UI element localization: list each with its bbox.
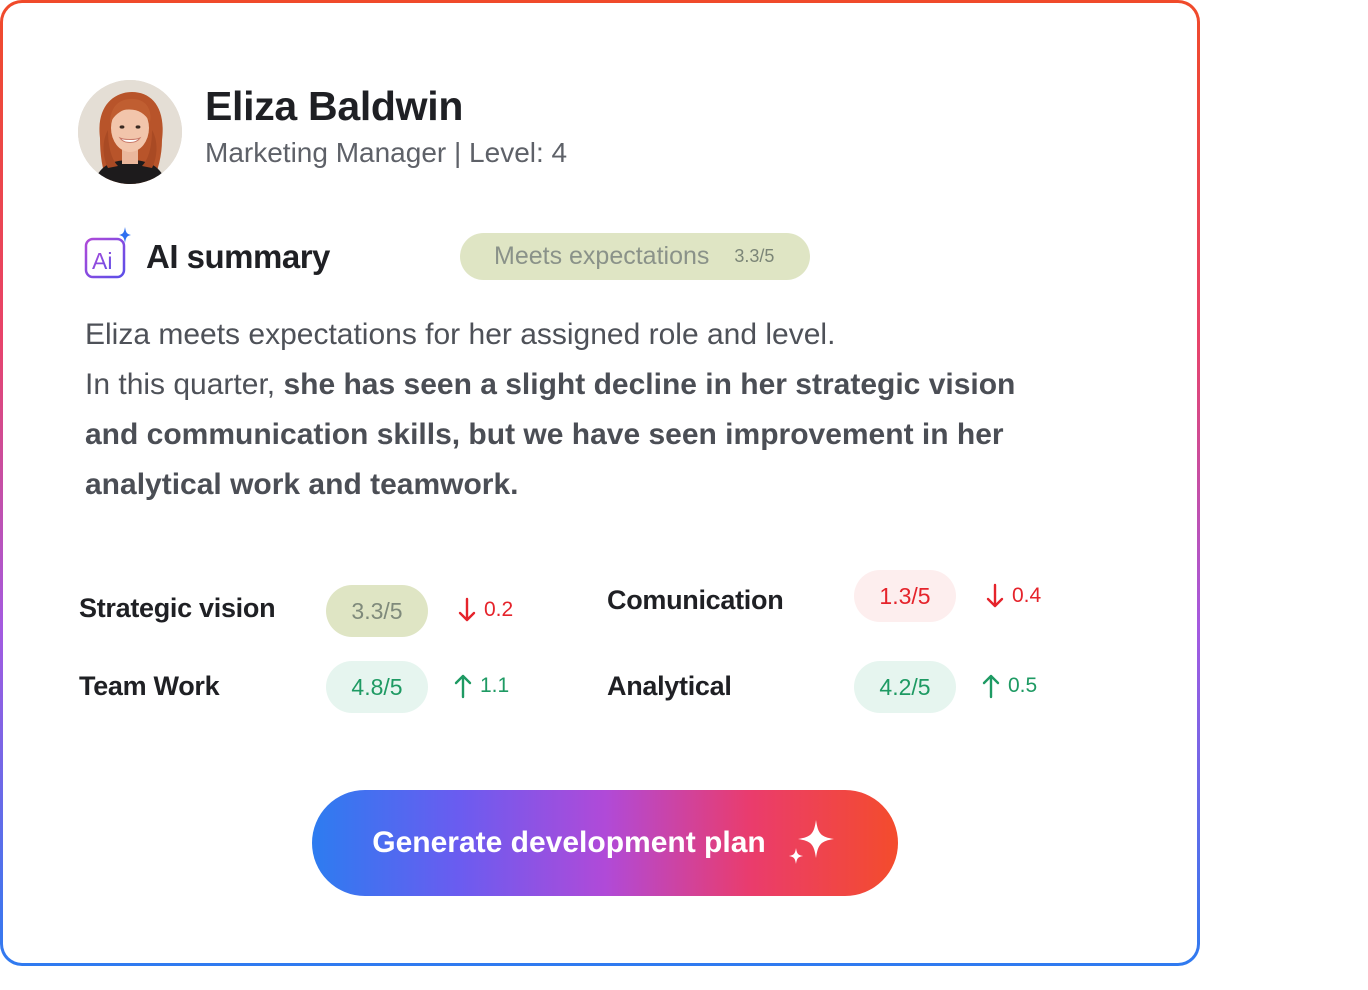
svg-text:Ai: Ai <box>92 248 112 274</box>
person-avatar-icon <box>78 80 182 184</box>
metric-delta-strategic-vision: 0.2 <box>458 597 513 623</box>
metric-delta-team-work: 1.1 <box>454 673 509 699</box>
metric-score-strategic-vision: 3.3/5 <box>326 585 428 637</box>
cta-label: Generate development plan <box>372 826 766 859</box>
metric-delta-analytical: 0.5 <box>982 673 1037 699</box>
metric-label-team-work: Team Work <box>79 671 220 701</box>
arrow-down-icon <box>458 597 476 622</box>
generate-development-plan-button[interactable]: Generate development plan <box>312 790 898 896</box>
summary-text: Eliza meets expectations for her assigne… <box>85 310 1045 510</box>
metric-delta-communication: 0.4 <box>986 583 1041 609</box>
metric-score-communication: 1.3/5 <box>854 570 956 622</box>
sparkle-icon <box>788 820 834 864</box>
profile-name: Eliza Baldwin <box>205 83 464 129</box>
profile-card: Eliza Baldwin Marketing Manager | Level:… <box>3 3 1197 963</box>
arrow-up-icon <box>982 674 1000 699</box>
status-score: 3.3/5 <box>734 246 775 266</box>
metric-delta-value: 1.1 <box>480 674 510 697</box>
metric-label-strategic-vision: Strategic vision <box>79 593 276 623</box>
ai-sparkle-icon: Ai <box>83 225 131 281</box>
status-badge: Meets expectations 3.3/5 <box>460 233 810 280</box>
arrow-down-icon <box>986 583 1004 608</box>
metric-score-analytical: 4.2/5 <box>854 661 956 713</box>
status-label: Meets expectations <box>494 242 710 270</box>
profile-role: Marketing Manager | Level: 4 <box>205 137 568 168</box>
metric-label-analytical: Analytical <box>607 671 732 701</box>
metric-delta-value: 0.2 <box>484 598 514 621</box>
ai-summary-title: AI summary <box>146 238 330 275</box>
profile-card-border: Eliza Baldwin Marketing Manager | Level:… <box>0 0 1200 966</box>
metric-score-team-work: 4.8/5 <box>326 661 428 713</box>
metric-delta-value: 0.4 <box>1012 584 1042 607</box>
avatar <box>78 80 182 184</box>
summary-line-1: Eliza meets expectations for her assigne… <box>85 318 836 351</box>
arrow-up-icon <box>454 674 472 699</box>
metric-delta-value: 0.5 <box>1008 674 1038 697</box>
summary-line-2: In this quarter, <box>85 368 284 401</box>
metric-label-communication: Comunication <box>607 585 784 615</box>
